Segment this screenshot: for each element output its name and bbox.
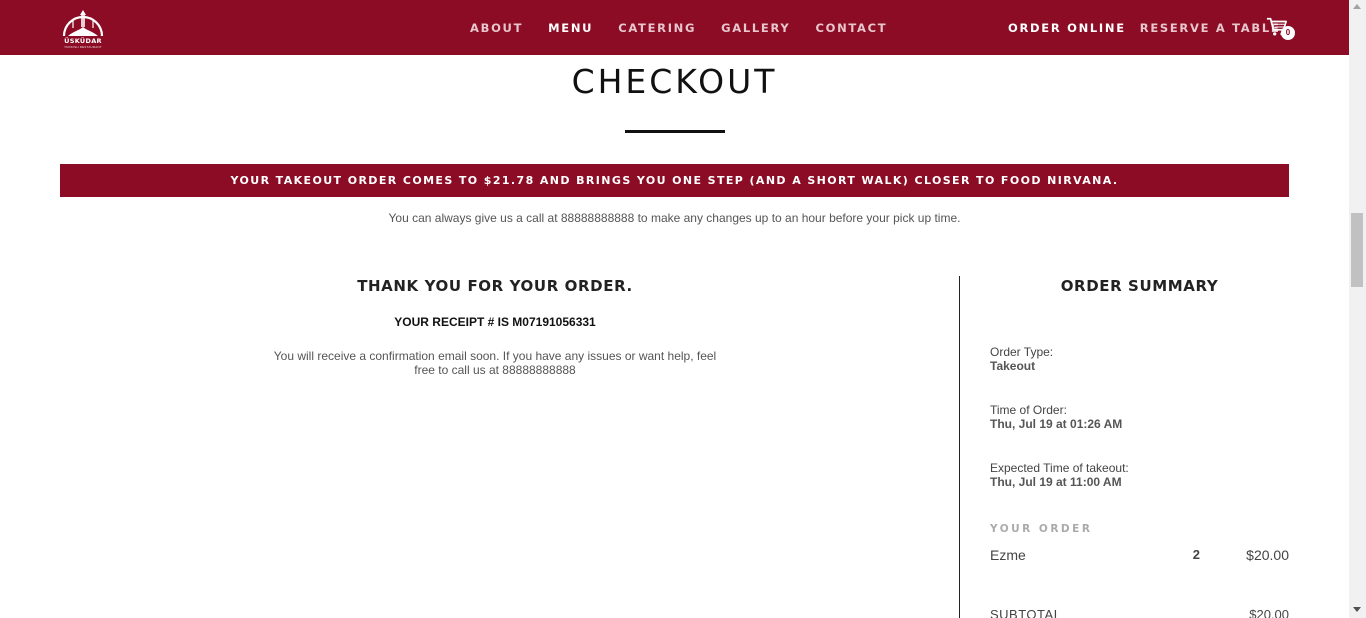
- column-divider: [959, 276, 960, 618]
- order-time-value: Thu, Jul 19 at 01:26 AM: [990, 417, 1123, 431]
- order-online-link[interactable]: ORDER ONLINE: [1008, 21, 1126, 35]
- order-type-value: Takeout: [990, 359, 1036, 373]
- order-time-label: Time of Order:: [990, 403, 1067, 417]
- thank-you-heading: THANK YOU FOR YOUR ORDER.: [357, 277, 633, 295]
- receipt-number: YOUR RECEIPT # IS M07191056331: [394, 315, 596, 329]
- top-navigation-bar: ÜSKÜDAR TURKISH RESTAURANT ABOUT MENU CA…: [0, 0, 1349, 55]
- logo-text: ÜSKÜDAR: [64, 37, 102, 45]
- nav-contact[interactable]: CONTACT: [815, 21, 887, 35]
- page-title: CHECKOUT: [571, 62, 778, 101]
- call-note: You can always give us a call at 8888888…: [388, 211, 961, 225]
- scroll-up-arrow-icon[interactable]: [1353, 4, 1361, 9]
- your-order-heading: YOUR ORDER: [990, 523, 1093, 535]
- scrollbar-thumb[interactable]: [1351, 213, 1363, 287]
- nav-about[interactable]: ABOUT: [470, 21, 523, 35]
- main-nav: ABOUT MENU CATERING GALLERY CONTACT: [470, 0, 912, 55]
- order-item-quantity: 2: [1192, 547, 1200, 562]
- order-total-banner: YOUR TAKEOUT ORDER COMES TO $21.78 AND B…: [60, 164, 1289, 197]
- cart-button[interactable]: 0: [1266, 16, 1296, 40]
- subtotal-label: SUBTOTAL: [990, 607, 1062, 618]
- logo-emblem-icon: [62, 10, 104, 37]
- reserve-table-link[interactable]: RESERVE A TABLE: [1140, 21, 1281, 35]
- restaurant-logo[interactable]: ÜSKÜDAR TURKISH RESTAURANT: [60, 7, 106, 49]
- subtotal-value: $20.00: [1249, 607, 1289, 618]
- order-type-label: Order Type:: [990, 345, 1054, 359]
- title-divider: [625, 130, 725, 133]
- order-item-name: Ezme: [990, 547, 1026, 563]
- confirmation-message: You will receive a confirmation email so…: [273, 349, 717, 377]
- secondary-nav: ORDER ONLINE RESERVE A TABLE: [1008, 0, 1294, 55]
- order-summary-heading: ORDER SUMMARY: [1060, 277, 1219, 295]
- cart-count-badge: 0: [1281, 26, 1295, 40]
- nav-gallery[interactable]: GALLERY: [721, 21, 790, 35]
- nav-catering[interactable]: CATERING: [618, 21, 696, 35]
- expected-time-value: Thu, Jul 19 at 11:00 AM: [990, 475, 1122, 489]
- scroll-down-arrow-icon[interactable]: [1353, 607, 1361, 612]
- order-item-price: $20.00: [1246, 547, 1289, 563]
- page-scrollbar[interactable]: [1349, 0, 1366, 618]
- expected-time-label: Expected Time of takeout:: [990, 461, 1129, 475]
- nav-menu[interactable]: MENU: [548, 21, 593, 35]
- logo-subtext: TURKISH RESTAURANT: [64, 45, 102, 49]
